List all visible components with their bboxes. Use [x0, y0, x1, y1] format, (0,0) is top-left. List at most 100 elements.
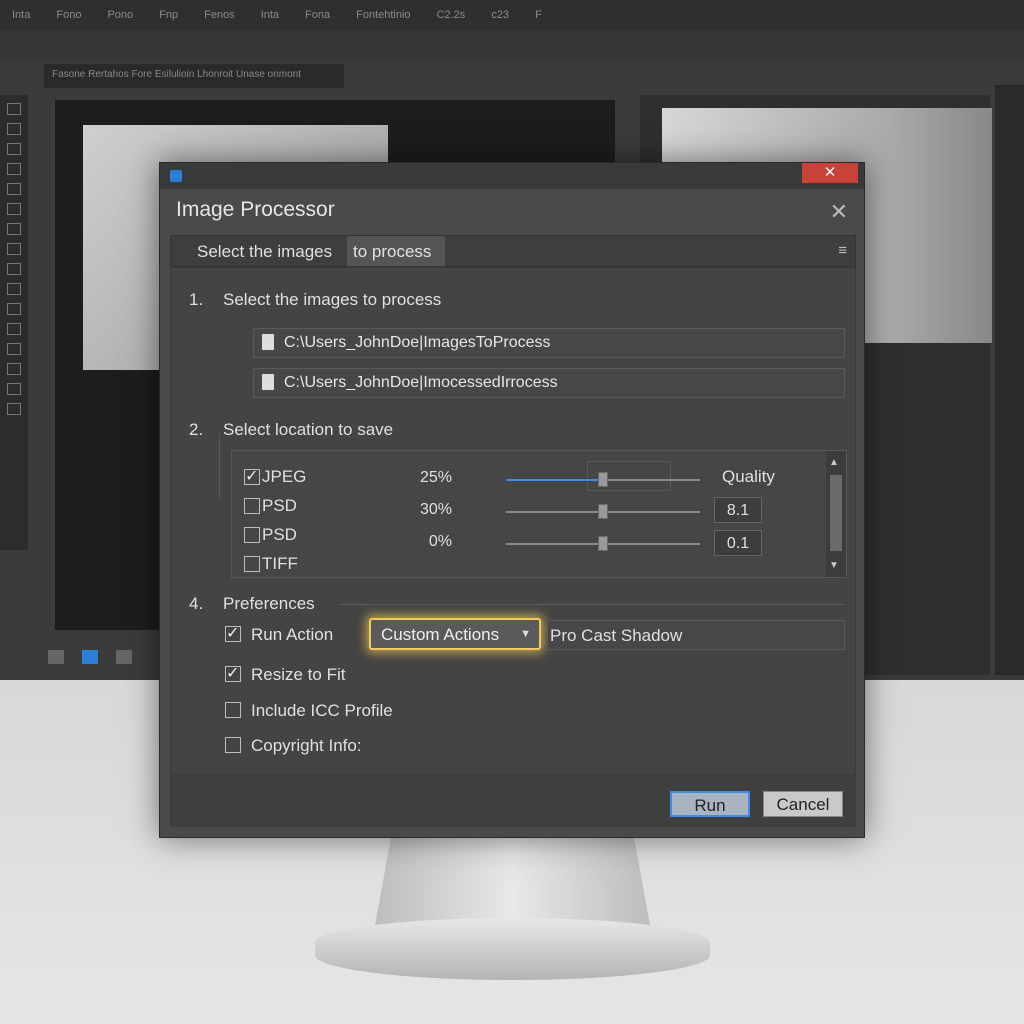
menu-item[interactable]: c23: [491, 9, 509, 21]
tool-icon[interactable]: [7, 183, 21, 195]
dialog-title: Image Processor: [176, 198, 335, 221]
dialog-footer: Run Cancel: [170, 775, 856, 827]
menu-item[interactable]: C2.2s: [437, 9, 466, 21]
tab-bar: Select the images to process ≡: [170, 235, 856, 267]
icc-label: Include ICC Profile: [251, 701, 393, 720]
psd-checkbox[interactable]: [244, 498, 260, 514]
app-icon[interactable]: [48, 650, 64, 664]
tool-icon[interactable]: [7, 163, 21, 175]
run-button[interactable]: Run: [670, 791, 750, 817]
close-icon[interactable]: ✕: [830, 199, 848, 225]
tools-panel: [0, 95, 28, 550]
window-close-button[interactable]: ✕: [802, 163, 858, 183]
path-field[interactable]: C:\Users_JohnDoe|ImagesToProcess: [253, 328, 845, 358]
menu-item[interactable]: Fontehtinio: [356, 9, 410, 21]
jpeg-checkbox[interactable]: [244, 466, 260, 486]
resize-label: Resize to Fit: [251, 665, 346, 684]
app-icon[interactable]: [116, 650, 132, 664]
section-number: 2.: [189, 420, 204, 439]
action-name: Pro Cast Shadow: [550, 626, 683, 645]
path-text: C:\Users_JohnDoe|ImocessedIrrocess: [284, 374, 558, 391]
quality-slider[interactable]: [506, 472, 700, 487]
icc-checkbox[interactable]: [225, 702, 241, 718]
section-label: Select location to save: [223, 420, 394, 439]
quality-label: Quality: [722, 467, 775, 486]
tiff-checkbox[interactable]: [244, 556, 260, 572]
divider: [219, 433, 220, 498]
tool-icon[interactable]: [7, 223, 21, 235]
chevron-down-icon: ▼: [520, 628, 531, 640]
menu-item[interactable]: Fono: [56, 9, 81, 21]
psd-checkbox[interactable]: [244, 527, 260, 543]
slider-thumb[interactable]: [598, 504, 608, 519]
menu-item[interactable]: Inta: [12, 9, 30, 21]
section-number: 1.: [189, 290, 204, 309]
monitor-stand: [375, 835, 650, 925]
panel-strip: [995, 85, 1024, 675]
options-bar: [0, 30, 1024, 60]
dialog-body: 1. Select the images to process C:\Users…: [170, 267, 856, 775]
tool-icon[interactable]: [7, 323, 21, 335]
format-label: PSD: [262, 496, 297, 515]
action-name-field[interactable]: Pro Cast Shadow: [547, 620, 845, 650]
tool-icon[interactable]: [7, 123, 21, 135]
scroll-thumb[interactable]: [830, 475, 842, 551]
section-label: Select the images to process: [223, 290, 442, 309]
quality-input[interactable]: 0.1: [714, 530, 762, 556]
resize-checkbox[interactable]: [225, 663, 241, 683]
menu-item[interactable]: F: [535, 9, 542, 21]
path-field[interactable]: C:\Users_JohnDoe|ImocessedIrrocess: [253, 368, 845, 398]
monitor-base: [315, 918, 710, 980]
scroll-down-icon[interactable]: ▼: [829, 560, 839, 571]
run-action-checkbox[interactable]: [225, 623, 241, 643]
path-text: C:\Users_JohnDoe|ImagesToProcess: [284, 334, 551, 351]
format-options-box: JPEG PSD PSD TIFF 25% 30% 0% Qu: [231, 450, 847, 578]
tool-icon[interactable]: [7, 343, 21, 355]
tool-icon[interactable]: [7, 203, 21, 215]
menu-item[interactable]: Pono: [107, 9, 133, 21]
tab-select-images[interactable]: Select the images: [197, 242, 332, 262]
run-action-label: Run Action: [251, 625, 334, 644]
divider: [339, 604, 845, 605]
tool-icon[interactable]: [7, 263, 21, 275]
copyright-label: Copyright Info:: [251, 736, 362, 755]
app-icon: [170, 170, 182, 182]
section-number: 4.: [189, 594, 204, 613]
menu-item[interactable]: Fnp: [159, 9, 178, 21]
format-label: JPEG: [262, 467, 307, 486]
quality-input[interactable]: 8.1: [714, 497, 762, 523]
quality-slider[interactable]: [506, 536, 700, 551]
section-label: Preferences: [223, 594, 315, 613]
action-set-dropdown[interactable]: Custom Actions ▼: [369, 618, 541, 650]
slider-thumb[interactable]: [598, 472, 608, 487]
taskbar: [48, 650, 132, 664]
folder-icon[interactable]: [82, 650, 98, 664]
tool-icon[interactable]: [7, 363, 21, 375]
tool-icon[interactable]: [7, 283, 21, 295]
tool-icon[interactable]: [7, 303, 21, 315]
slider-percent: 0%: [428, 533, 452, 550]
menu-item[interactable]: Fona: [305, 9, 330, 21]
copyright-checkbox[interactable]: [225, 737, 241, 753]
quality-slider[interactable]: [506, 504, 700, 519]
app-menubar: Inta Fono Pono Fnp Fenos Inta Fona Fonte…: [0, 0, 1024, 30]
menu-item[interactable]: Fenos: [204, 9, 235, 21]
window-titlebar: ✕: [160, 163, 864, 189]
tool-icon[interactable]: [7, 103, 21, 115]
tool-icon[interactable]: [7, 143, 21, 155]
tool-icon[interactable]: [7, 243, 21, 255]
scrollbar[interactable]: ▲ ▼: [826, 451, 846, 577]
slider-fill: [506, 479, 603, 481]
menu-icon[interactable]: ≡: [838, 242, 847, 259]
tool-icon[interactable]: [7, 383, 21, 395]
tool-icon[interactable]: [7, 403, 21, 415]
tab-to-process[interactable]: to process: [347, 236, 445, 266]
image-processor-dialog: ✕ Image Processor ✕ Select the images to…: [159, 162, 865, 838]
menu-item[interactable]: Inta: [261, 9, 279, 21]
slider-thumb[interactable]: [598, 536, 608, 551]
slider-percent: 30%: [419, 501, 452, 518]
slider-percent: 25%: [419, 469, 452, 486]
scroll-up-icon[interactable]: ▲: [829, 457, 839, 468]
document-tab[interactable]: Fasone Rertahos Fore Esilulioin Lhonroit…: [44, 64, 344, 88]
cancel-button[interactable]: Cancel: [763, 791, 843, 817]
